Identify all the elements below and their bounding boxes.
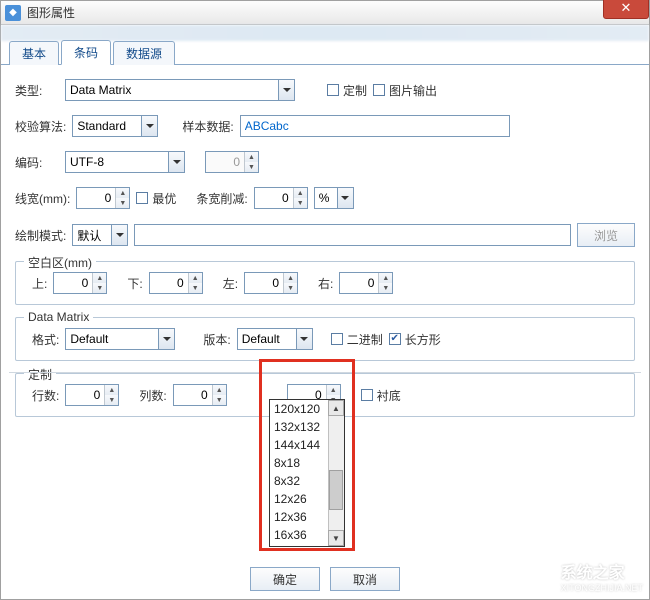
type-combo[interactable]: Data Matrix bbox=[65, 79, 295, 101]
watermark-text: 系统之家 bbox=[561, 565, 625, 582]
blank-down-label: 下: bbox=[127, 275, 142, 292]
blank-legend: 空白区(mm) bbox=[24, 254, 96, 271]
scroll-up-icon[interactable]: ▲ bbox=[328, 400, 344, 416]
tab-panel: 类型: Data Matrix 定制 图片输出 校验算法: Standard 样… bbox=[1, 65, 649, 417]
blank-down-spin[interactable]: ▲▼ bbox=[149, 272, 203, 294]
rows-spin[interactable]: ▲▼ bbox=[65, 384, 119, 406]
blank-fieldset: 空白区(mm) 上: ▲▼ 下: ▲▼ 左: ▲▼ 右: ▲▼ bbox=[15, 261, 635, 305]
custom-legend: 定制 bbox=[24, 366, 56, 383]
cols-spin[interactable]: ▲▼ bbox=[173, 384, 227, 406]
binary-checkbox[interactable]: 二进制 bbox=[331, 331, 383, 348]
scroll-thumb[interactable] bbox=[329, 470, 343, 510]
encode-combo[interactable]: UTF-8 bbox=[65, 151, 185, 173]
drawmode-combo[interactable]: 默认 bbox=[72, 224, 128, 246]
watermark-logo-icon bbox=[525, 563, 555, 589]
reduce-label: 条宽削减: bbox=[196, 190, 247, 207]
type-label: 类型: bbox=[15, 82, 59, 99]
app-icon: ◆ bbox=[5, 5, 21, 21]
window-title: 图形属性 bbox=[27, 4, 75, 21]
scroll-down-icon[interactable]: ▼ bbox=[328, 530, 344, 546]
format-combo[interactable]: Default bbox=[65, 328, 175, 350]
chevron-down-icon bbox=[296, 329, 312, 349]
imageout-checkbox[interactable]: 图片输出 bbox=[373, 82, 437, 99]
datamatrix-fieldset: Data Matrix 格式: Default 版本: Default 二进制 … bbox=[15, 317, 635, 361]
blank-right-label: 右: bbox=[318, 275, 333, 292]
cols-label: 列数: bbox=[139, 387, 166, 404]
dm-legend: Data Matrix bbox=[24, 310, 93, 324]
pad-checkbox[interactable]: 衬底 bbox=[361, 387, 401, 404]
type-value: Data Matrix bbox=[70, 83, 131, 97]
dropdown-scrollbar[interactable]: ▲ ▼ bbox=[328, 400, 344, 546]
close-button[interactable]: ✕ bbox=[603, 0, 649, 19]
toolbar-blur bbox=[1, 25, 649, 41]
rect-checkbox[interactable]: ✔长方形 bbox=[389, 331, 441, 348]
reduce-spin[interactable]: ▲▼ bbox=[254, 187, 308, 209]
chevron-down-icon bbox=[278, 80, 294, 100]
encode-label: 编码: bbox=[15, 154, 59, 171]
version-combo[interactable]: Default bbox=[237, 328, 313, 350]
browse-button[interactable]: 浏览 bbox=[577, 223, 635, 247]
blank-up-spin[interactable]: ▲▼ bbox=[53, 272, 107, 294]
rows-label: 行数: bbox=[32, 387, 59, 404]
chevron-down-icon bbox=[168, 152, 184, 172]
chevron-down-icon bbox=[141, 116, 157, 136]
blank-left-label: 左: bbox=[223, 275, 238, 292]
chevron-down-icon bbox=[337, 188, 353, 208]
cancel-button[interactable]: 取消 bbox=[330, 567, 400, 591]
linewidth-spin[interactable]: ▲▼ bbox=[76, 187, 130, 209]
custom-checkbox[interactable]: 定制 bbox=[327, 82, 367, 99]
sample-input[interactable] bbox=[240, 115, 510, 137]
linewidth-label: 线宽(mm): bbox=[15, 190, 70, 207]
tab-bar: 基本 条码 数据源 bbox=[1, 41, 649, 65]
chevron-down-icon bbox=[111, 225, 127, 245]
check-icon: ✔ bbox=[389, 333, 401, 345]
separator bbox=[9, 372, 641, 373]
dialog-window: ◆ 图形属性 ✕ 基本 条码 数据源 类型: Data Matrix 定制 图片… bbox=[0, 0, 650, 600]
format-label: 格式: bbox=[32, 331, 59, 348]
drawmode-label: 绘制模式: bbox=[15, 227, 66, 244]
watermark-sub: XITONGZHIJIA.NET bbox=[561, 583, 643, 593]
optimal-checkbox[interactable]: 最优 bbox=[136, 190, 176, 207]
check-algo-combo[interactable]: Standard bbox=[72, 115, 158, 137]
tab-barcode[interactable]: 条码 bbox=[61, 40, 111, 65]
drawmode-path[interactable] bbox=[134, 224, 571, 246]
blank-left-spin[interactable]: ▲▼ bbox=[244, 272, 298, 294]
check-algo-value: Standard bbox=[77, 119, 126, 133]
chevron-down-icon bbox=[158, 329, 174, 349]
blank-up-label: 上: bbox=[32, 275, 47, 292]
sample-label: 样本数据: bbox=[182, 118, 233, 135]
tab-basic[interactable]: 基本 bbox=[9, 41, 59, 65]
ok-button[interactable]: 确定 bbox=[250, 567, 320, 591]
reduce-unit-combo[interactable]: % bbox=[314, 187, 354, 209]
titlebar: ◆ 图形属性 ✕ bbox=[1, 1, 649, 25]
version-label: 版本: bbox=[203, 331, 230, 348]
tab-datasource[interactable]: 数据源 bbox=[113, 41, 175, 65]
encode-value: UTF-8 bbox=[70, 155, 104, 169]
encode-spin[interactable]: ▲▼ bbox=[205, 151, 259, 173]
version-dropdown[interactable]: 120x120 132x132 144x144 8x18 8x32 12x26 … bbox=[269, 399, 345, 547]
watermark: 系统之家 XITONGZHIJIA.NET bbox=[525, 559, 643, 593]
blank-right-spin[interactable]: ▲▼ bbox=[339, 272, 393, 294]
check-algo-label: 校验算法: bbox=[15, 118, 66, 135]
